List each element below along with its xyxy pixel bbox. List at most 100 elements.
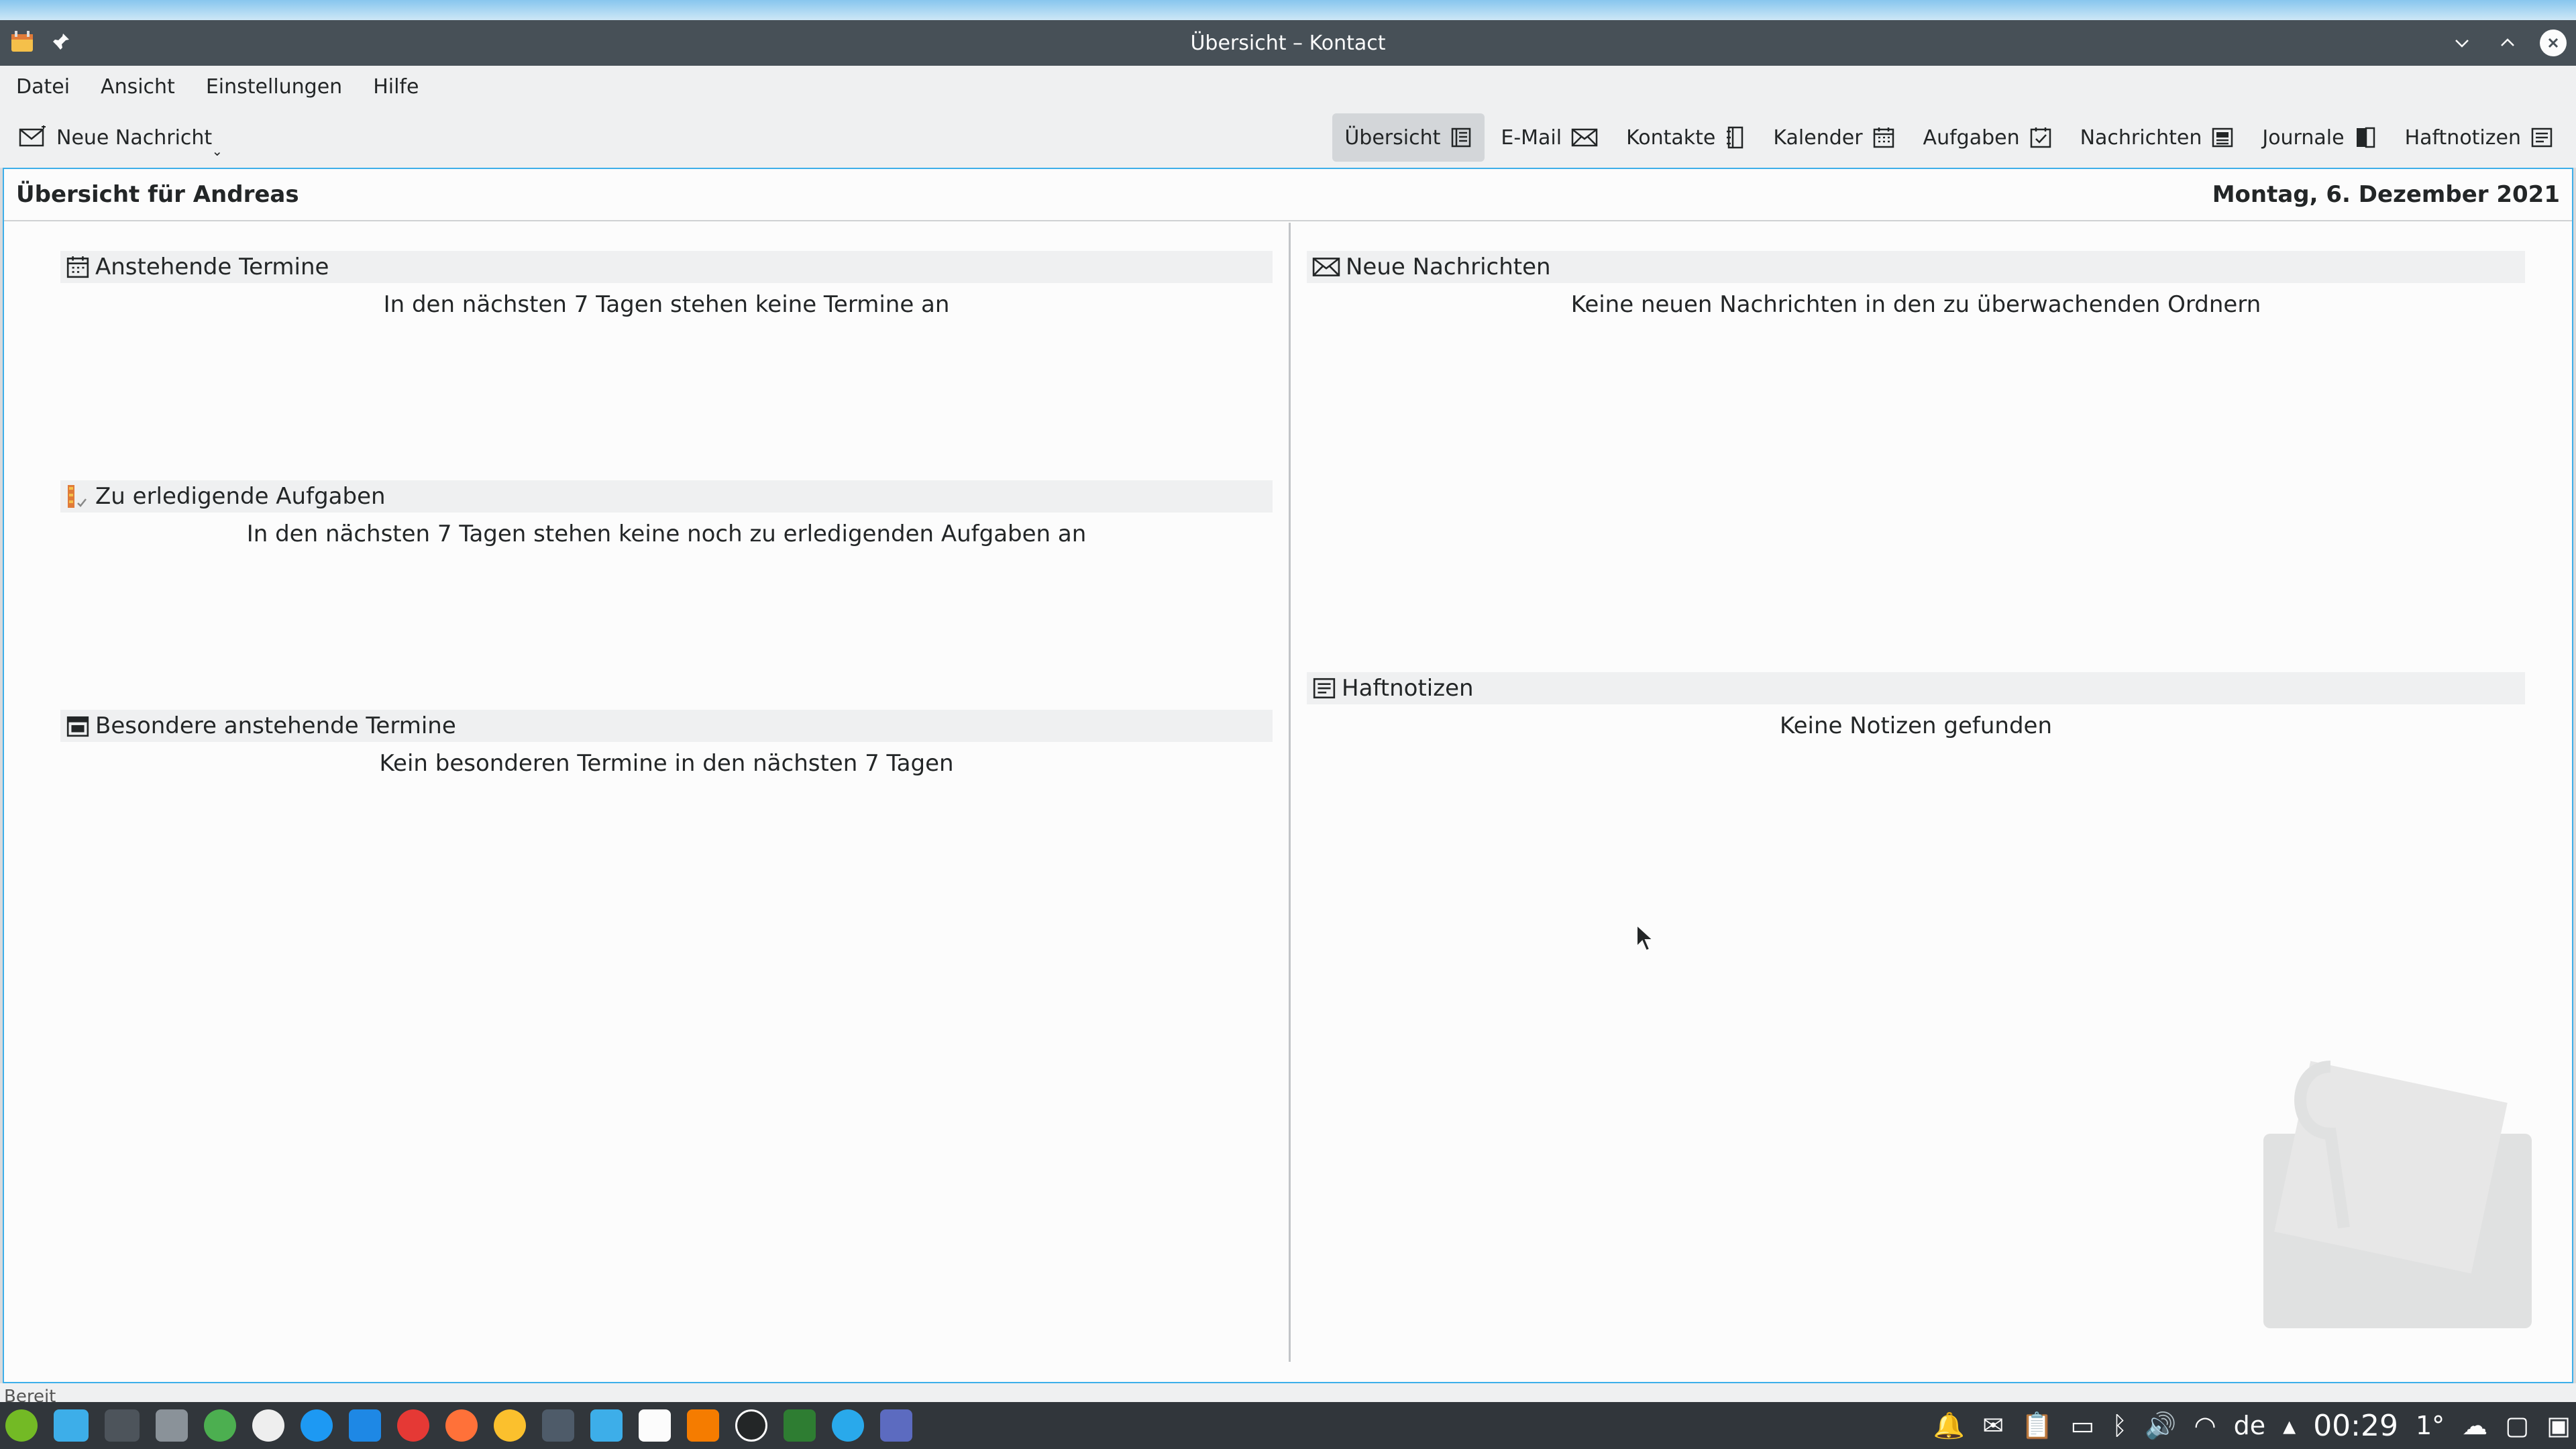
clipboard-icon[interactable]: 📋 [2021, 1411, 2053, 1441]
status-text: Bereit [4, 1387, 56, 1402]
tab-kalender[interactable]: Kalender [1761, 113, 1907, 162]
kontact-task-icon[interactable] [590, 1409, 623, 1442]
summary-title: Übersicht für Andreas [16, 181, 299, 208]
news-icon [2212, 127, 2233, 148]
section-header[interactable]: Haftnotizen [1307, 672, 2525, 704]
discover-icon[interactable] [301, 1409, 333, 1442]
chrome-icon[interactable] [494, 1409, 526, 1442]
mail-icon [1571, 128, 1598, 147]
section-title: Anstehende Termine [95, 254, 329, 280]
keyboard-layout[interactable]: de [2234, 1411, 2266, 1440]
tray-expand-icon[interactable]: ▴ [2283, 1411, 2296, 1440]
opera-icon[interactable] [397, 1409, 429, 1442]
left-column: Anstehende Termine In den nächsten 7 Tag… [4, 223, 1291, 1362]
section-title: Neue Nachrichten [1346, 254, 1551, 280]
section-header[interactable]: Neue Nachrichten [1307, 251, 2525, 283]
tab-label: Journale [2262, 125, 2345, 150]
contacts-icon [1727, 126, 1743, 149]
tab-journale[interactable]: Journale [2250, 113, 2388, 162]
mouse-cursor-icon [1636, 924, 1654, 952]
tab-aufgaben[interactable]: Aufgaben [1911, 113, 2064, 162]
tab-email[interactable]: E-Mail [1489, 113, 1610, 162]
wifi-icon[interactable]: ◠ [2194, 1411, 2216, 1440]
mail-tray-icon[interactable]: ✉ [1982, 1411, 2004, 1440]
toolbar: Neue Nachricht ⌄ Übersicht E-Mail Kontak… [0, 107, 2576, 168]
tab-haftnotizen[interactable]: Haftnotizen [2393, 113, 2565, 162]
telegram-icon[interactable] [832, 1409, 864, 1442]
maximize-button[interactable] [2494, 30, 2521, 56]
menu-einstellungen[interactable]: Einstellungen [206, 75, 342, 99]
section-notes: Haftnotizen Keine Notizen gefunden [1307, 672, 2525, 739]
section-message: In den nächsten 7 Tagen stehen keine noc… [246, 521, 1087, 547]
kontact-watermark-icon [2263, 1061, 2532, 1328]
section-header[interactable]: Zu erledigende Aufgaben [60, 480, 1273, 513]
summary-header: Übersicht für Andreas Montag, 6. Dezembe… [4, 169, 2572, 221]
mail-icon [1312, 258, 1340, 276]
section-message: In den nächsten 7 Tagen stehen keine Ter… [383, 291, 950, 318]
browser-icon[interactable] [252, 1409, 284, 1442]
tab-uebersicht[interactable]: Übersicht [1332, 113, 1485, 162]
new-mail-icon [19, 125, 46, 147]
teams-icon[interactable] [880, 1409, 912, 1442]
virtual-desktop-2[interactable] [105, 1409, 140, 1442]
section-message: Keine Notizen gefunden [1780, 712, 2052, 739]
section-header[interactable]: Besondere anstehende Termine [60, 710, 1273, 742]
notes-icon [1313, 678, 1336, 699]
section-header[interactable]: Anstehende Termine [60, 251, 1273, 283]
minimize-button[interactable] [2449, 30, 2475, 56]
pin-icon[interactable] [51, 32, 71, 54]
application-launcher-icon[interactable] [5, 1409, 38, 1442]
tab-label: Haftnotizen [2404, 125, 2521, 150]
app-icon[interactable] [9, 29, 35, 57]
notes-icon [2531, 127, 2553, 148]
right-column: Neue Nachrichten Keine neuen Nachrichten… [1291, 223, 2572, 1362]
calendar-icon [66, 256, 89, 278]
new-message-label: Neue Nachricht [56, 125, 213, 150]
window-title: Übersicht – Kontact [1190, 31, 1386, 55]
section-title: Besondere anstehende Termine [95, 712, 456, 739]
battery-icon[interactable]: ▭ [2070, 1411, 2094, 1440]
section-upcoming-events: Anstehende Termine In den nächsten 7 Tag… [60, 251, 1273, 318]
app-dark-icon[interactable] [542, 1409, 574, 1442]
volume-icon[interactable]: 🔊 [2145, 1411, 2176, 1441]
notifications-icon[interactable]: 🔔 [1933, 1411, 1965, 1441]
menu-hilfe[interactable]: Hilfe [373, 75, 419, 99]
weather-icon[interactable]: ☁ [2462, 1411, 2487, 1440]
temperature[interactable]: 1° [2416, 1411, 2445, 1440]
chevron-up-icon [2501, 38, 2514, 46]
app-calc-icon[interactable] [784, 1409, 816, 1442]
tab-kontakte[interactable]: Kontakte [1614, 113, 1757, 162]
obs-icon[interactable] [735, 1409, 767, 1442]
menu-ansicht[interactable]: Ansicht [101, 75, 175, 99]
clock[interactable]: 00:29 [2313, 1409, 2398, 1443]
dropdown-arrow-icon[interactable]: ⌄ [211, 143, 223, 159]
component-tabs: Übersicht E-Mail Kontakte Kalender Aufga… [1328, 107, 2565, 168]
tab-label: Aufgaben [1923, 125, 2020, 150]
app-tray-icon[interactable]: ▣ [2546, 1411, 2571, 1440]
menu-datei[interactable]: Datei [16, 75, 70, 99]
app-green-icon[interactable] [204, 1409, 236, 1442]
virtual-desktop-1[interactable] [54, 1409, 89, 1442]
summary-icon [1452, 127, 1471, 148]
firefox-icon[interactable] [445, 1409, 478, 1442]
section-message: Keine neuen Nachrichten in den zu überwa… [1570, 291, 2261, 318]
kontact-window: Übersicht – Kontact Datei Ansicht Einste… [0, 0, 2576, 1449]
trash-icon[interactable] [156, 1409, 188, 1442]
bluetooth-icon[interactable]: ᛒ [2112, 1411, 2127, 1440]
file-manager-icon[interactable] [349, 1409, 381, 1442]
calendar-icon [1873, 127, 1894, 148]
show-desktop-icon[interactable]: ▢ [2505, 1411, 2529, 1440]
app-orange-icon[interactable] [687, 1409, 719, 1442]
document-icon[interactable] [639, 1409, 671, 1442]
summary-date: Montag, 6. Dezember 2021 [2212, 181, 2560, 208]
new-message-button[interactable]: Neue Nachricht ⌄ [17, 125, 223, 159]
tasks-icon [2030, 127, 2051, 148]
section-new-messages: Neue Nachrichten Keine neuen Nachrichten… [1307, 251, 2525, 318]
menubar: Datei Ansicht Einstellungen Hilfe [0, 66, 2576, 107]
tab-nachrichten[interactable]: Nachrichten [2068, 113, 2247, 162]
chevron-down-icon [2455, 40, 2469, 48]
journal-icon [2356, 127, 2375, 148]
section-title: Zu erledigende Aufgaben [95, 483, 386, 510]
close-button[interactable] [2540, 30, 2567, 56]
tab-label: Nachrichten [2080, 125, 2202, 150]
